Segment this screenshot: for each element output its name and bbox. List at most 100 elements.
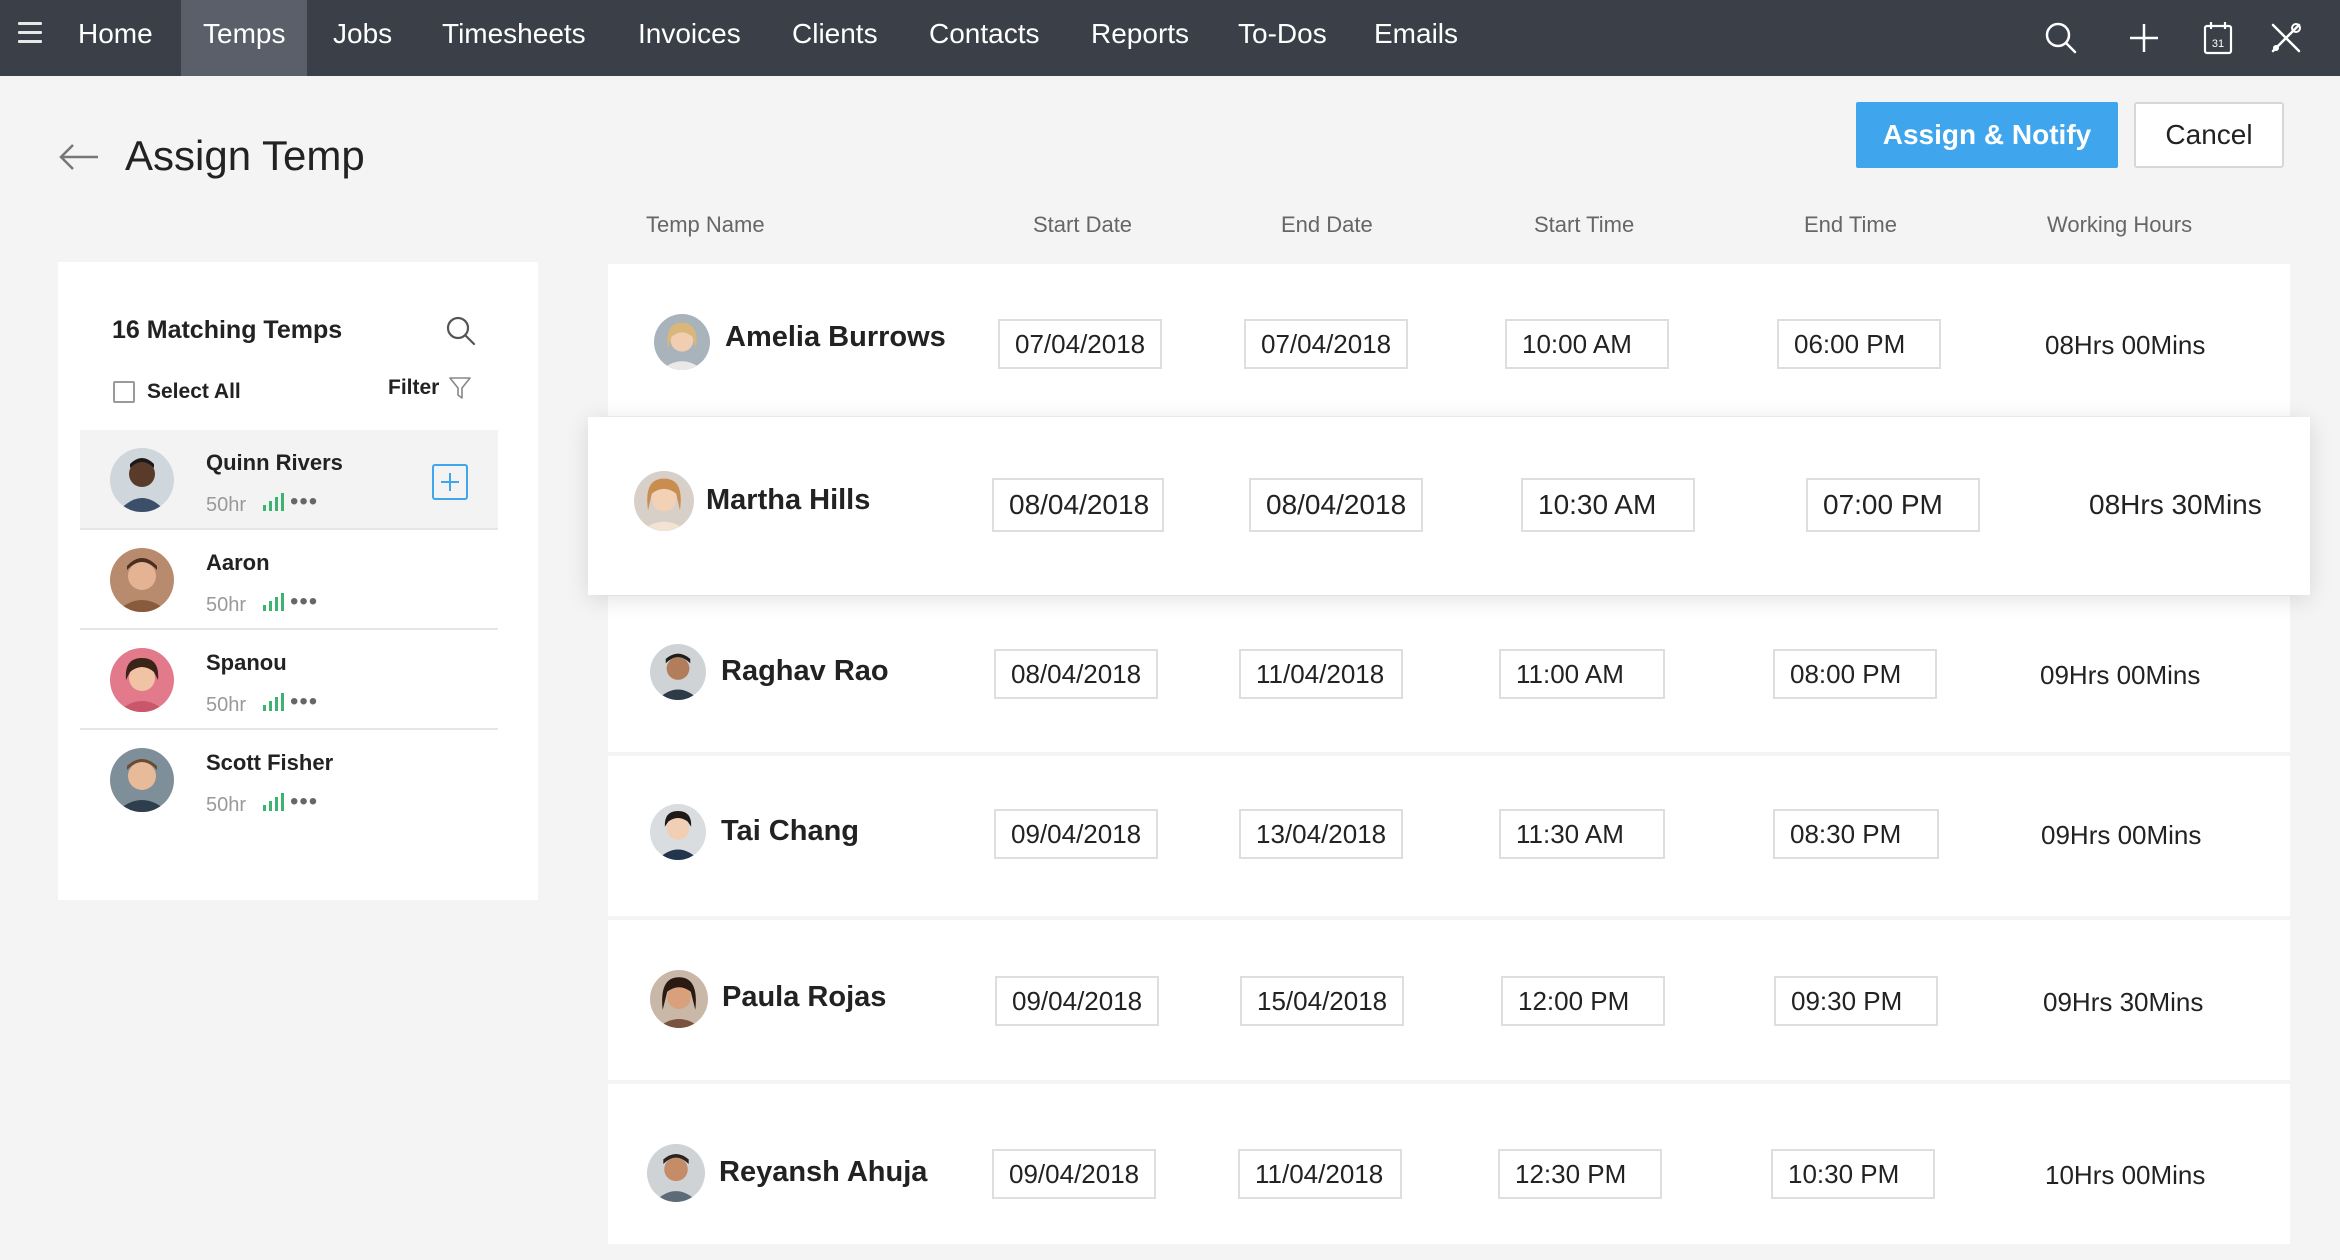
table-row[interactable]: Martha Hills 08/04/2018 08/04/2018 10:30… bbox=[588, 417, 2310, 595]
signal-icon bbox=[263, 593, 284, 611]
more-options-icon[interactable]: ••• bbox=[290, 590, 318, 614]
avatar bbox=[647, 1144, 705, 1202]
table-row[interactable]: Reyansh Ahuja 09/04/2018 11/04/2018 12:3… bbox=[608, 1084, 2290, 1244]
table-row[interactable]: Tai Chang 09/04/2018 13/04/2018 11:30 AM… bbox=[608, 756, 2290, 916]
end-time-input[interactable]: 06:00 PM bbox=[1777, 319, 1941, 369]
cancel-button[interactable]: Cancel bbox=[2134, 102, 2284, 168]
select-all-checkbox[interactable] bbox=[113, 381, 135, 403]
start-time-input[interactable]: 12:00 PM bbox=[1501, 976, 1665, 1026]
avatar bbox=[650, 970, 708, 1028]
end-date-input[interactable]: 11/04/2018 bbox=[1239, 649, 1403, 699]
start-date-input[interactable]: 08/04/2018 bbox=[994, 649, 1158, 699]
temp-name: Quinn Rivers bbox=[206, 450, 343, 475]
nav-jobs[interactable]: Jobs bbox=[311, 0, 414, 76]
working-hours: 09Hrs 00Mins bbox=[2041, 820, 2202, 850]
working-hours: 10Hrs 00Mins bbox=[2045, 1160, 2206, 1190]
select-all[interactable]: Select All bbox=[113, 378, 241, 406]
more-options-icon[interactable]: ••• bbox=[290, 790, 318, 814]
signal-icon bbox=[263, 493, 284, 511]
avatar bbox=[650, 644, 706, 700]
temp-name: Reyansh Ahuja bbox=[719, 1156, 928, 1188]
nav-home[interactable]: Home bbox=[56, 0, 175, 76]
temp-list-item[interactable]: Scott Fisher 50hr ••• bbox=[80, 730, 498, 830]
matching-temps-panel: 16 Matching Temps Select All Filter Quin… bbox=[58, 262, 538, 900]
end-date-input[interactable]: 08/04/2018 bbox=[1249, 478, 1423, 532]
tools-icon[interactable] bbox=[2268, 20, 2304, 56]
start-date-input[interactable]: 09/04/2018 bbox=[995, 976, 1159, 1026]
end-time-input[interactable]: 07:00 PM bbox=[1806, 478, 1980, 532]
start-date-input[interactable]: 07/04/2018 bbox=[998, 319, 1162, 369]
end-time-input[interactable]: 08:30 PM bbox=[1773, 809, 1939, 859]
top-nav: Home Temps Jobs Timesheets Invoices Clie… bbox=[0, 0, 2340, 76]
start-time-input[interactable]: 11:00 AM bbox=[1499, 649, 1665, 699]
nav-contacts[interactable]: Contacts bbox=[907, 0, 1062, 76]
start-time-input[interactable]: 10:00 AM bbox=[1505, 319, 1669, 369]
temp-name: Paula Rojas bbox=[722, 981, 887, 1013]
temp-list-item[interactable]: Spanou 50hr ••• bbox=[80, 630, 498, 730]
page-title: Assign Temp bbox=[125, 132, 365, 179]
add-icon[interactable] bbox=[2126, 20, 2162, 56]
column-header-working-hours: Working Hours bbox=[2047, 212, 2193, 237]
end-date-input[interactable]: 13/04/2018 bbox=[1239, 809, 1403, 859]
filter-icon bbox=[449, 377, 472, 399]
assign-notify-button[interactable]: Assign & Notify bbox=[1856, 102, 2118, 168]
select-all-label: Select All bbox=[147, 380, 241, 403]
svg-text:31: 31 bbox=[2212, 38, 2224, 50]
working-hours: 08Hrs 00Mins bbox=[2045, 330, 2206, 360]
start-time-input[interactable]: 11:30 AM bbox=[1499, 809, 1665, 859]
temp-hours: 50hr bbox=[206, 494, 247, 516]
start-date-input[interactable]: 08/04/2018 bbox=[992, 478, 1164, 532]
start-time-input[interactable]: 12:30 PM bbox=[1498, 1149, 1662, 1199]
temp-name: Tai Chang bbox=[721, 815, 860, 847]
column-header-start-date: Start Date bbox=[1033, 212, 1133, 237]
add-temp-button[interactable] bbox=[432, 464, 468, 500]
start-time-input[interactable]: 10:30 AM bbox=[1521, 478, 1695, 532]
avatar bbox=[110, 448, 174, 512]
temp-name: Spanou bbox=[206, 650, 287, 675]
temp-name: Aaron bbox=[206, 550, 270, 575]
search-icon[interactable] bbox=[2043, 20, 2079, 56]
end-time-input[interactable]: 09:30 PM bbox=[1774, 976, 1938, 1026]
nav-clients[interactable]: Clients bbox=[770, 0, 900, 76]
end-time-input[interactable]: 10:30 PM bbox=[1771, 1149, 1935, 1199]
temp-hours: 50hr bbox=[206, 694, 247, 716]
working-hours: 09Hrs 00Mins bbox=[2040, 660, 2201, 690]
avatar bbox=[634, 471, 694, 531]
end-date-input[interactable]: 11/04/2018 bbox=[1238, 1149, 1402, 1199]
calendar-icon[interactable]: 31 bbox=[2200, 20, 2236, 56]
filter-button[interactable]: Filter bbox=[388, 376, 472, 400]
start-date-input[interactable]: 09/04/2018 bbox=[992, 1149, 1156, 1199]
nav-emails[interactable]: Emails bbox=[1352, 0, 1480, 76]
signal-icon bbox=[263, 693, 284, 711]
avatar bbox=[110, 648, 174, 712]
filter-label: Filter bbox=[388, 376, 440, 399]
nav-reports[interactable]: Reports bbox=[1069, 0, 1211, 76]
temp-hours: 50hr bbox=[206, 594, 247, 616]
temp-name: Scott Fisher bbox=[206, 750, 334, 775]
avatar bbox=[654, 314, 710, 370]
nav-timesheets[interactable]: Timesheets bbox=[420, 0, 608, 76]
end-date-input[interactable]: 15/04/2018 bbox=[1240, 976, 1404, 1026]
more-options-icon[interactable]: ••• bbox=[290, 690, 318, 714]
avatar bbox=[110, 748, 174, 812]
search-icon[interactable] bbox=[444, 314, 478, 348]
signal-icon bbox=[263, 793, 284, 811]
table-row[interactable]: Raghav Rao 08/04/2018 11/04/2018 11:00 A… bbox=[608, 596, 2290, 752]
working-hours: 09Hrs 30Mins bbox=[2043, 987, 2204, 1017]
avatar bbox=[650, 804, 706, 860]
temp-name: Martha Hills bbox=[706, 484, 871, 516]
more-options-icon[interactable]: ••• bbox=[290, 490, 318, 514]
back-arrow-icon[interactable] bbox=[58, 142, 100, 172]
temp-list-item[interactable]: Aaron 50hr ••• bbox=[80, 530, 498, 630]
end-time-input[interactable]: 08:00 PM bbox=[1773, 649, 1937, 699]
end-date-input[interactable]: 07/04/2018 bbox=[1244, 319, 1408, 369]
start-date-input[interactable]: 09/04/2018 bbox=[994, 809, 1158, 859]
avatar bbox=[110, 548, 174, 612]
menu-icon[interactable] bbox=[18, 22, 42, 43]
nav-todos[interactable]: To-Dos bbox=[1216, 0, 1349, 76]
table-row[interactable]: Paula Rojas 09/04/2018 15/04/2018 12:00 … bbox=[608, 920, 2290, 1080]
temp-list-item[interactable]: Quinn Rivers 50hr ••• bbox=[80, 430, 498, 530]
table-row[interactable]: Amelia Burrows 07/04/2018 07/04/2018 10:… bbox=[608, 264, 2290, 416]
nav-temps[interactable]: Temps bbox=[181, 0, 308, 76]
nav-invoices[interactable]: Invoices bbox=[616, 0, 763, 76]
